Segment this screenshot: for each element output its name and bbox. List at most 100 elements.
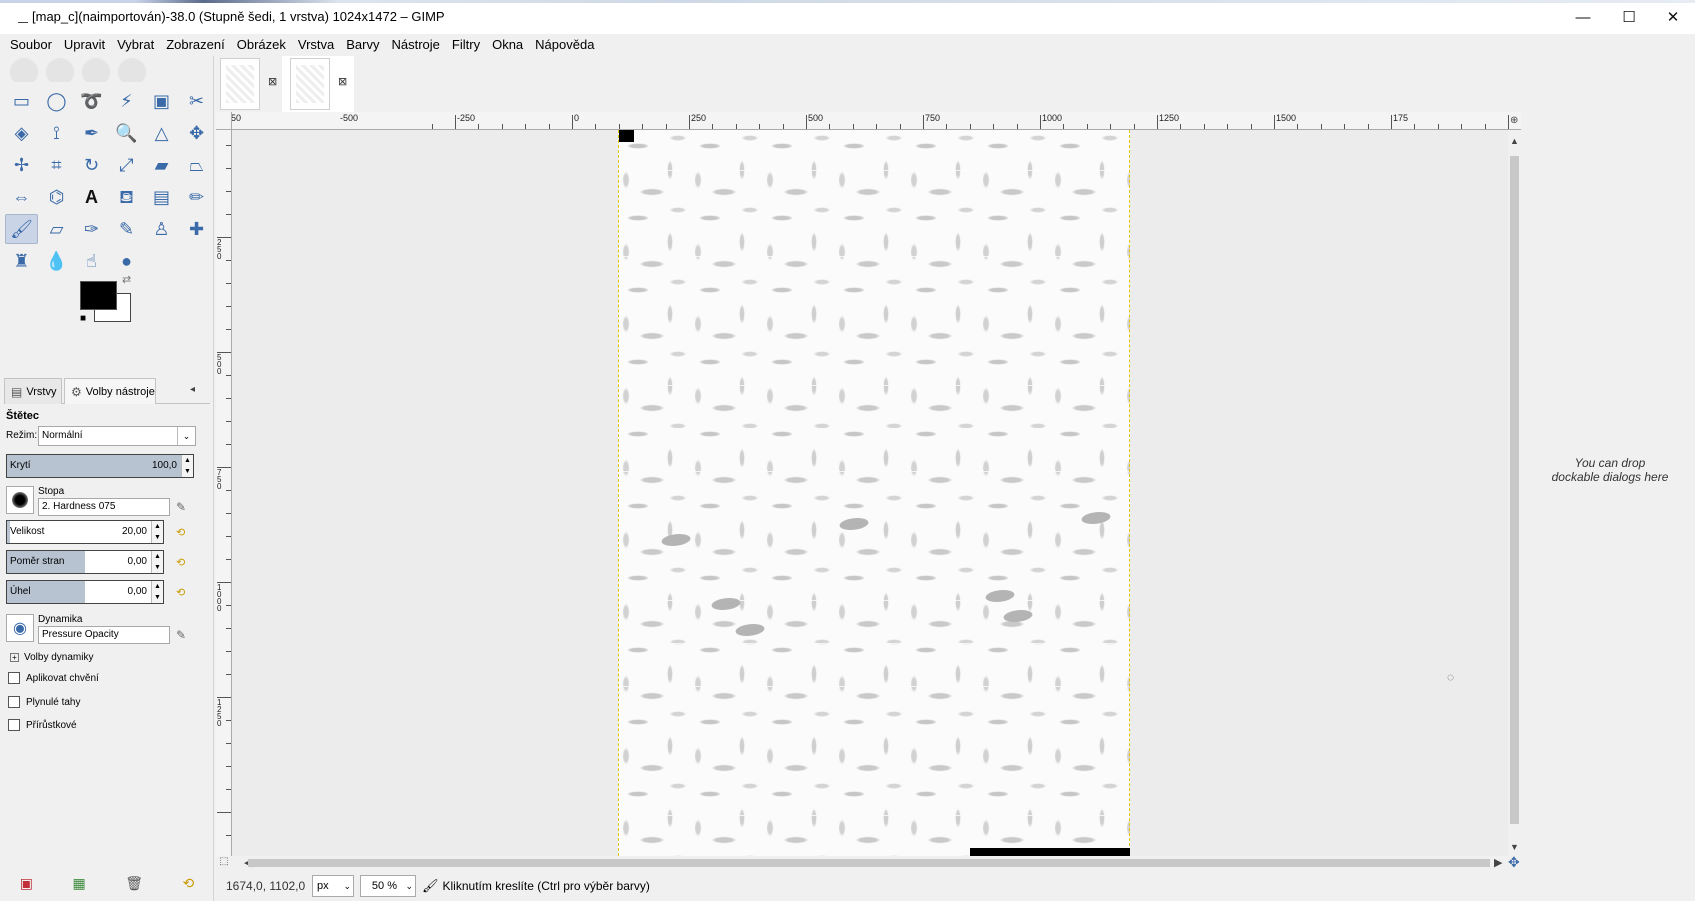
- swap-colors-icon[interactable]: ⇄: [122, 273, 131, 286]
- scroll-right-icon[interactable]: ▶: [1494, 856, 1502, 869]
- maximize-button[interactable]: ☐: [1606, 0, 1652, 34]
- rotate-tool[interactable]: ↻: [75, 150, 108, 180]
- horizontal-scroll-thumb[interactable]: [248, 859, 1490, 867]
- perspective-tool[interactable]: ⏢: [180, 150, 213, 180]
- menu-help[interactable]: Nápověda: [529, 35, 600, 55]
- crop-tool[interactable]: ⌗: [40, 150, 73, 180]
- angle-spin[interactable]: ▲ ▼: [151, 581, 163, 603]
- checkbox-box[interactable]: [8, 672, 20, 684]
- menu-select[interactable]: Vybrat: [111, 35, 160, 55]
- smooth-stroke-checkbox[interactable]: Plynulé tahy: [8, 696, 80, 708]
- size-slider[interactable]: Velikost 20,00 ▲ ▼: [6, 520, 164, 544]
- zoom-tool[interactable]: 🔍: [110, 118, 143, 148]
- dock-menu-icon[interactable]: ◂: [190, 384, 195, 395]
- foreground-select-tool[interactable]: ◈: [5, 118, 38, 148]
- scissors-tool[interactable]: ✂: [180, 86, 213, 116]
- move-tool[interactable]: ✥: [180, 118, 213, 148]
- default-colors-icon[interactable]: ■: [80, 313, 86, 324]
- dynamics-options-expander[interactable]: + Volby dynamiky: [10, 652, 93, 663]
- shear-tool[interactable]: ▰: [145, 150, 178, 180]
- dodge-burn-tool[interactable]: ●: [110, 246, 143, 276]
- reset-options-icon[interactable]: ⟲: [183, 875, 195, 892]
- edit-dynamics-icon[interactable]: ✎: [176, 628, 186, 642]
- heal-tool[interactable]: ✚: [180, 214, 213, 244]
- foreground-color[interactable]: [80, 281, 117, 310]
- brush-name-field[interactable]: 2. Hardness 075: [38, 498, 170, 516]
- edit-brush-icon[interactable]: ✎: [176, 500, 186, 514]
- menu-edit[interactable]: Upravit: [58, 35, 111, 55]
- menu-layer[interactable]: Vrstva: [292, 35, 340, 55]
- ellipse-select-tool[interactable]: ◯: [40, 86, 73, 116]
- opacity-slider[interactable]: Krytí 100,0 ▲ ▼: [6, 454, 194, 478]
- opacity-spin[interactable]: ▲ ▼: [181, 455, 193, 477]
- vertical-ruler[interactable]: 250 500 750 1000 1250: [216, 130, 232, 856]
- minimize-button[interactable]: —: [1560, 0, 1606, 34]
- horizontal-scrollbar[interactable]: ◀ ▶: [232, 856, 1508, 870]
- zoom-fit-icon[interactable]: ⊕: [1510, 115, 1518, 126]
- wilber-drop-area[interactable]: [6, 56, 186, 82]
- paintbrush-tool[interactable]: 🖌: [5, 214, 38, 244]
- blur-tool[interactable]: 💧: [40, 246, 73, 276]
- incremental-checkbox[interactable]: Přírůstkové: [8, 719, 77, 731]
- vertical-scroll-thumb[interactable]: [1510, 156, 1519, 824]
- dynamics-preview[interactable]: ◉: [6, 614, 34, 642]
- tab-tool-options[interactable]: ⚙ Volby nástroje: [64, 378, 156, 404]
- zoom-select[interactable]: 50 % ⌄: [360, 875, 416, 897]
- eraser-tool[interactable]: ▱: [40, 214, 73, 244]
- free-select-tool[interactable]: ➰: [75, 86, 108, 116]
- menu-colors[interactable]: Barvy: [340, 35, 385, 55]
- scroll-down-icon[interactable]: ▼: [1508, 842, 1521, 852]
- quick-mask-icon[interactable]: ⬚: [216, 856, 232, 870]
- horizontal-ruler[interactable]: -750 -500 -250 0 250 500 750 1000 1250 1500 175: [232, 112, 1521, 130]
- blend-tool[interactable]: ▤: [145, 182, 178, 212]
- tab-layers[interactable]: ▤ Vrstvy: [4, 378, 62, 404]
- reset-angle-icon[interactable]: ⟲: [176, 586, 190, 600]
- save-options-icon[interactable]: ▣: [20, 875, 33, 892]
- airbrush-tool[interactable]: ✑: [75, 214, 108, 244]
- text-tool[interactable]: A: [75, 182, 108, 212]
- scroll-up-icon[interactable]: ▲: [1508, 136, 1521, 146]
- delete-options-icon[interactable]: 🗑: [125, 875, 143, 892]
- menu-windows[interactable]: Okna: [486, 35, 529, 55]
- ink-tool[interactable]: ✎: [110, 214, 143, 244]
- checkbox-box[interactable]: [8, 696, 20, 708]
- empty-dock-area[interactable]: [1528, 112, 1695, 901]
- scale-tool[interactable]: ⤢: [110, 150, 143, 180]
- mode-select[interactable]: Normální ⌄: [38, 426, 196, 446]
- aspect-spin[interactable]: ▲ ▼: [151, 551, 163, 573]
- cage-transform-tool[interactable]: ⌬: [40, 182, 73, 212]
- smudge-tool[interactable]: ☝: [75, 246, 108, 276]
- aspect-slider[interactable]: Poměr stran 0,00 ▲ ▼: [6, 550, 164, 574]
- pencil-tool[interactable]: ✏: [180, 182, 213, 212]
- close-button[interactable]: ✕: [1650, 0, 1695, 34]
- unit-select[interactable]: px ⌄: [312, 875, 354, 897]
- checkbox-box[interactable]: [8, 719, 20, 731]
- canvas-area[interactable]: [232, 130, 1508, 856]
- vertical-scrollbar[interactable]: ▲ ▼: [1508, 130, 1521, 856]
- clone-tool[interactable]: ♙: [145, 214, 178, 244]
- image-tab-2[interactable]: [290, 58, 330, 110]
- image-tab-1[interactable]: [220, 58, 260, 110]
- align-tool[interactable]: ✢: [5, 150, 38, 180]
- menu-image[interactable]: Obrázek: [231, 35, 292, 55]
- perspective-clone-tool[interactable]: ♜: [5, 246, 38, 276]
- bucket-fill-tool[interactable]: ⛾: [110, 182, 143, 212]
- brush-preview[interactable]: [6, 486, 34, 514]
- menu-file[interactable]: Soubor: [4, 35, 58, 55]
- reset-aspect-icon[interactable]: ⟲: [176, 556, 190, 570]
- dynamics-name-field[interactable]: Pressure Opacity: [38, 626, 170, 644]
- close-image-1-icon[interactable]: ⊠: [268, 75, 277, 88]
- apply-jitter-checkbox[interactable]: Aplikovat chvění: [8, 672, 99, 684]
- menu-tools[interactable]: Nástroje: [385, 35, 445, 55]
- color-picker-tool[interactable]: ✒: [75, 118, 108, 148]
- size-spin[interactable]: ▲ ▼: [151, 521, 163, 543]
- paths-tool[interactable]: ⟟: [40, 118, 73, 148]
- menu-filters[interactable]: Filtry: [446, 35, 486, 55]
- menu-view[interactable]: Zobrazení: [160, 35, 231, 55]
- flip-tool[interactable]: ⇔: [5, 182, 38, 212]
- navigate-icon[interactable]: ✥: [1508, 854, 1520, 871]
- fuzzy-select-tool[interactable]: ⚡: [110, 86, 143, 116]
- angle-slider[interactable]: Úhel 0,00 ▲ ▼: [6, 580, 164, 604]
- rect-select-tool[interactable]: ▭: [5, 86, 38, 116]
- measure-tool[interactable]: △: [145, 118, 178, 148]
